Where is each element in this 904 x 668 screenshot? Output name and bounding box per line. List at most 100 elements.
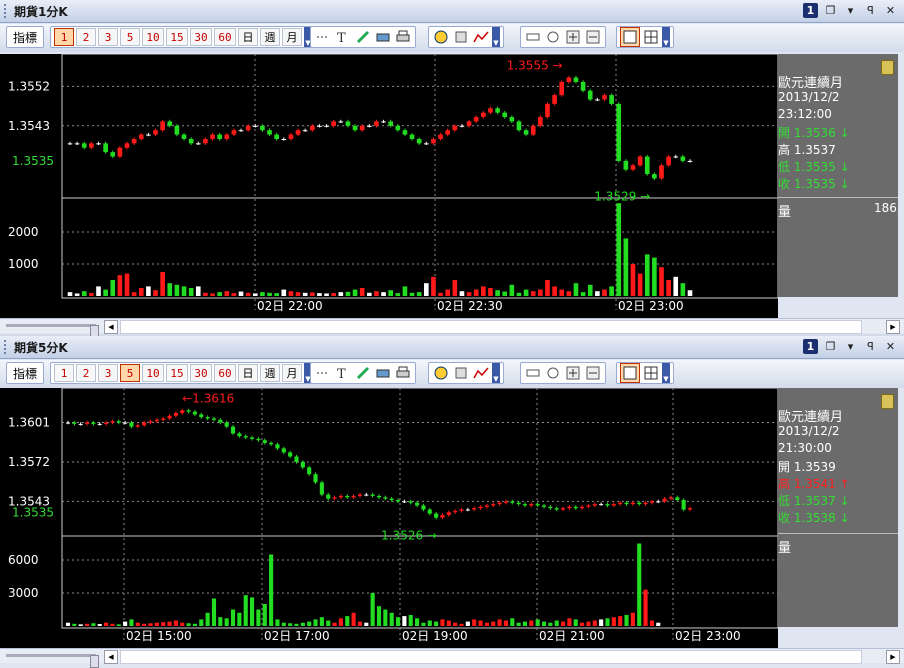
- time-tick-label: 02日 23:00: [618, 299, 684, 313]
- period-button-10[interactable]: 10: [142, 364, 164, 382]
- single-layout-icon[interactable]: [620, 363, 640, 383]
- volume-bar: [559, 289, 565, 296]
- lock-icon[interactable]: [881, 60, 894, 75]
- eraser-icon[interactable]: [374, 364, 392, 382]
- period-button-3[interactable]: 3: [98, 364, 118, 382]
- chart-type-dropdown-icon[interactable]: ▼: [492, 27, 500, 47]
- period-button-month[interactable]: 月: [282, 364, 302, 382]
- period-button-30[interactable]: 30: [190, 364, 212, 382]
- period-button-day[interactable]: 日: [238, 28, 258, 46]
- pen-icon[interactable]: [354, 28, 372, 46]
- period-button-month[interactable]: 月: [282, 28, 302, 46]
- zoom-fit-icon[interactable]: [524, 364, 542, 382]
- zoom-in-icon[interactable]: [564, 28, 582, 46]
- pin-icon[interactable]: ꟼ: [863, 3, 878, 18]
- period-button-week[interactable]: 週: [260, 364, 280, 382]
- zoom-out-icon[interactable]: [584, 364, 602, 382]
- reset-zoom-icon[interactable]: [544, 364, 562, 382]
- pin-icon[interactable]: ꟼ: [863, 339, 878, 354]
- period-button-2[interactable]: 2: [76, 364, 96, 382]
- indicator-button[interactable]: 指標: [6, 26, 45, 48]
- pen-icon[interactable]: [354, 364, 372, 382]
- zoom-slider-knob[interactable]: [90, 655, 99, 668]
- layout-dropdown-icon[interactable]: ▼: [662, 363, 670, 383]
- chart-type-dropdown-icon[interactable]: ▼: [492, 363, 500, 383]
- print-icon[interactable]: [394, 364, 412, 382]
- text-tool-icon[interactable]: T: [334, 28, 352, 46]
- scroll-left-icon[interactable]: ◀: [104, 320, 118, 334]
- refresh-icon[interactable]: [432, 364, 450, 382]
- period-button-5[interactable]: 5: [120, 28, 140, 46]
- candlestick-chart-5min[interactable]: 1.36011.35721.35431.35356000300002日 15:0…: [0, 388, 778, 652]
- period-button-3[interactable]: 3: [98, 28, 118, 46]
- close-icon[interactable]: ✕: [883, 3, 898, 18]
- eraser-icon[interactable]: [374, 28, 392, 46]
- volume-bar: [307, 621, 312, 626]
- volume-bar: [580, 292, 586, 296]
- drag-grip-icon[interactable]: [4, 4, 9, 18]
- layout-dropdown-icon[interactable]: ▼: [662, 27, 670, 47]
- zoom-in-icon[interactable]: [564, 364, 582, 382]
- scroll-track[interactable]: [120, 320, 862, 334]
- period-button-30[interactable]: 30: [190, 28, 212, 46]
- scroll-track[interactable]: [120, 650, 862, 664]
- scroll-right-icon[interactable]: ▶: [886, 320, 900, 334]
- period-button-1[interactable]: 1: [54, 364, 74, 382]
- window-number-icon[interactable]: 1: [803, 339, 818, 354]
- period-button-2[interactable]: 2: [76, 28, 96, 46]
- drag-grip-icon[interactable]: [4, 340, 9, 354]
- indicator-button[interactable]: 指標: [6, 362, 45, 384]
- period-button-15[interactable]: 15: [166, 28, 188, 46]
- volume-bar: [238, 291, 244, 296]
- close-icon[interactable]: ✕: [883, 339, 898, 354]
- window-titlebar[interactable]: 期貨1分K 1 ❐ ▾ ꟼ ✕: [0, 0, 904, 23]
- settings-icon[interactable]: [452, 364, 470, 382]
- dropdown-icon[interactable]: ▾: [843, 339, 858, 354]
- period-button-week[interactable]: 週: [260, 28, 280, 46]
- candle-body: [453, 510, 458, 513]
- volume-bar: [104, 622, 109, 626]
- dropdown-icon[interactable]: ▾: [843, 3, 858, 18]
- refresh-icon[interactable]: [432, 28, 450, 46]
- single-layout-icon[interactable]: [620, 27, 640, 47]
- dashed-line-icon[interactable]: [314, 28, 332, 46]
- zoom-fit-icon[interactable]: [524, 28, 542, 46]
- restore-icon[interactable]: ❐: [823, 339, 838, 354]
- zoom-out-icon[interactable]: [584, 28, 602, 46]
- window-titlebar[interactable]: 期貨5分K 1 ❐ ▾ ꟼ ✕: [0, 336, 904, 359]
- candle-body: [573, 506, 578, 509]
- scroll-left-icon[interactable]: ◀: [104, 650, 118, 664]
- quote-close: 收 1.3538 ↓: [778, 511, 850, 525]
- window-number-icon[interactable]: 1: [803, 3, 818, 18]
- candle-body: [110, 421, 115, 423]
- chart-scrollbar[interactable]: ◀ ▶: [0, 318, 904, 338]
- zoom-slider[interactable]: [6, 324, 99, 338]
- period-button-60[interactable]: 60: [214, 364, 236, 382]
- volume-label: 量: [778, 541, 792, 556]
- zoom-slider[interactable]: [6, 654, 99, 668]
- scroll-right-icon[interactable]: ▶: [886, 650, 900, 664]
- candlestick-chart-1min[interactable]: 1.3552 1.3543 1.3535 2000 1000 02日 22:00 02日 2…: [0, 54, 778, 318]
- chart-scrollbar[interactable]: ◀ ▶: [0, 648, 904, 668]
- grid-layout-icon[interactable]: [642, 364, 660, 382]
- reset-zoom-icon[interactable]: [544, 28, 562, 46]
- print-icon[interactable]: [394, 28, 412, 46]
- period-button-60[interactable]: 60: [214, 28, 236, 46]
- settings-icon[interactable]: [452, 28, 470, 46]
- dashed-line-icon[interactable]: [314, 364, 332, 382]
- candle-body: [167, 415, 172, 419]
- text-tool-icon[interactable]: T: [334, 364, 352, 382]
- grid-layout-icon[interactable]: [642, 28, 660, 46]
- volume-bar: [516, 292, 522, 296]
- period-button-10[interactable]: 10: [142, 28, 164, 46]
- lock-icon[interactable]: [881, 394, 894, 409]
- period-button-1[interactable]: 1: [54, 28, 74, 46]
- period-button-15[interactable]: 15: [166, 364, 188, 382]
- chart-type-icon[interactable]: [472, 364, 490, 382]
- restore-icon[interactable]: ❐: [823, 3, 838, 18]
- period-button-5[interactable]: 5: [120, 364, 140, 382]
- volume-bar: [319, 617, 324, 626]
- chart-type-icon[interactable]: [472, 28, 490, 46]
- volume-bar: [252, 293, 258, 296]
- period-button-day[interactable]: 日: [238, 364, 258, 382]
